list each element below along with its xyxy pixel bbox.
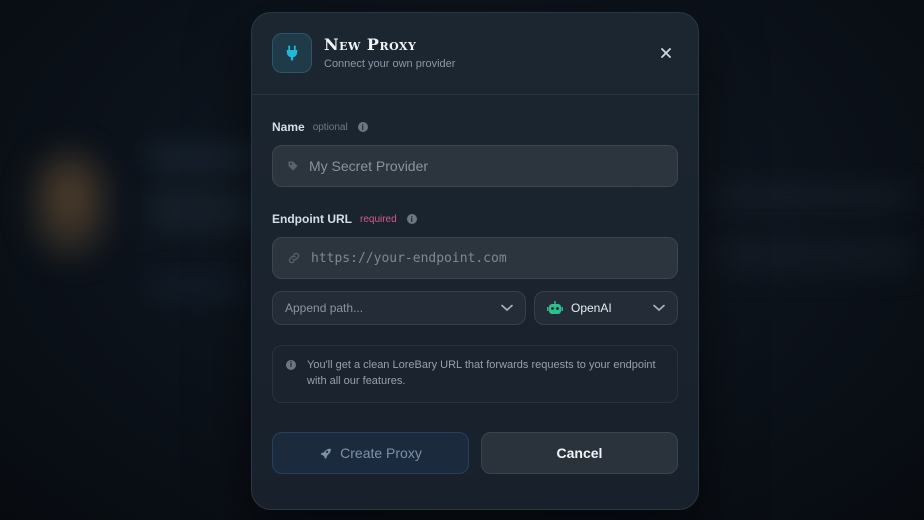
provider-select[interactable]: OpenAI: [534, 291, 678, 325]
close-icon: [661, 48, 671, 58]
endpoint-label-row: Endpoint URL required i: [272, 212, 417, 226]
background-block: [710, 190, 910, 204]
tag-icon: [288, 161, 298, 171]
modal-subtitle: Connect your own provider: [324, 58, 456, 70]
name-placeholder: My Secret Provider: [309, 158, 429, 174]
info-notice: i You'll get a clean LoreBary URL that f…: [272, 345, 678, 403]
link-icon: [288, 252, 300, 264]
new-proxy-modal: New Proxy Connect your own provider Name…: [251, 12, 699, 510]
background-block: [150, 150, 260, 166]
rocket-icon: [320, 448, 332, 459]
name-label-row: Name optional i: [272, 120, 368, 134]
close-button[interactable]: [656, 43, 676, 63]
optional-tag: optional: [312, 121, 348, 133]
append-path-placeholder: Append path...: [285, 301, 364, 315]
chevron-down-icon: [653, 304, 665, 312]
background-block: [150, 190, 260, 230]
append-path-select[interactable]: Append path...: [272, 291, 526, 325]
endpoint-url-input[interactable]: https://your-endpoint.com: [272, 237, 678, 279]
create-proxy-label: Create Proxy: [340, 445, 422, 461]
name-label: Name: [272, 120, 305, 134]
background-block: [150, 280, 250, 294]
robot-icon: [547, 301, 563, 314]
background-block: [710, 240, 910, 270]
required-tag: required: [359, 213, 397, 225]
notice-text: You'll get a clean LoreBary URL that for…: [307, 359, 656, 387]
background-avatar: [30, 150, 110, 260]
info-icon: i: [286, 360, 296, 370]
provider-value: OpenAI: [547, 301, 612, 315]
provider-label: OpenAI: [571, 301, 612, 315]
name-input[interactable]: My Secret Provider: [272, 145, 678, 187]
modal-header: New Proxy Connect your own provider: [252, 13, 698, 95]
info-icon[interactable]: i: [406, 214, 417, 224]
modal-title: New Proxy: [324, 35, 417, 54]
endpoint-label: Endpoint URL: [272, 212, 352, 226]
info-icon[interactable]: i: [357, 122, 368, 132]
create-proxy-button[interactable]: Create Proxy: [272, 432, 469, 474]
plug-icon: [272, 33, 312, 73]
cancel-button[interactable]: Cancel: [481, 432, 678, 474]
chevron-down-icon: [501, 304, 513, 312]
endpoint-placeholder: https://your-endpoint.com: [311, 250, 507, 266]
cancel-label: Cancel: [556, 445, 603, 461]
